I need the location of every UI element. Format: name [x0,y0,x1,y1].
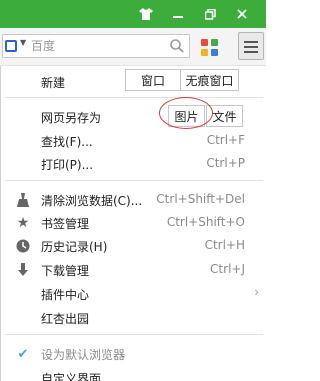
find-label: 查找(F)... [41,135,93,149]
divider [5,180,263,181]
search-box[interactable]: ▼ [2,34,190,58]
plugins-label: 插件中心 [41,288,90,302]
bookmarks-shortcut: Ctrl+Shift+O [166,215,245,229]
highlight-circle [159,97,213,129]
checkmark-icon: ✔ [17,346,29,362]
new-window-button[interactable]: 窗口 [125,69,181,91]
chevron-down-icon[interactable]: ▼ [20,38,26,47]
download-arrow-icon [15,262,31,278]
search-input[interactable] [31,37,151,55]
find-shortcut: Ctrl+F [206,133,245,147]
title-bar [0,0,266,28]
menu-item-clear-data[interactable]: 清除浏览数据(C)... Ctrl+Shift+Del [1,187,267,211]
set-default-label: 设为默认浏览器 [41,348,126,362]
menu-item-plugins[interactable]: 插件中心 › [1,281,267,305]
search-icon[interactable] [169,38,185,54]
menu-item-find[interactable]: 查找(F)... Ctrl+F [1,128,267,152]
star-icon: ★ [16,215,30,231]
clear-data-shortcut: Ctrl+Shift+Del [156,192,245,206]
baidu-paw-icon[interactable] [5,40,17,52]
print-label: 打印(P)... [41,158,94,172]
menu-item-set-default[interactable]: ✔ 设为默认浏览器 [1,341,267,365]
apps-grid-icon[interactable] [201,39,219,57]
red-apple-label: 红杏出园 [41,312,90,326]
menu-item-history[interactable]: 历史记录(H) Ctrl+H [1,233,267,257]
new-incognito-button[interactable]: 无痕窗口 [180,69,239,91]
menu-item-red-apple[interactable]: 红杏出园 [1,305,267,329]
bookmarks-label: 书签管理 [41,217,90,231]
close-icon[interactable] [226,0,258,28]
menu-item-bookmarks[interactable]: ★ 书签管理 Ctrl+Shift+O [1,210,267,234]
menu-item-print[interactable]: 打印(P)... Ctrl+P [1,151,267,175]
restore-icon[interactable] [194,0,226,28]
new-label: 新建 [41,76,66,90]
downloads-label: 下载管理 [41,264,90,278]
clock-icon [15,238,31,254]
main-menu: 新建 窗口 无痕窗口 网页另存为 图片 文件 查找(F)... Ctrl+F 打… [0,66,266,381]
save-page-label: 网页另存为 [41,111,102,125]
menu-item-customize[interactable]: 自定义界面 [1,365,267,381]
downloads-shortcut: Ctrl+J [210,262,245,276]
broom-icon [15,192,31,208]
divider [5,97,263,98]
history-shortcut: Ctrl+H [204,238,245,252]
divider [5,334,263,335]
skin-shirt-icon[interactable] [130,0,162,28]
customize-label: 自定义界面 [41,372,102,381]
print-shortcut: Ctrl+P [206,156,245,170]
menu-item-downloads[interactable]: 下载管理 Ctrl+J [1,257,267,281]
chevron-right-icon: › [254,285,259,299]
clear-data-label: 清除浏览数据(C)... [41,194,143,208]
toolbar: ▼ [0,28,266,66]
history-label: 历史记录(H) [41,240,108,254]
minimize-icon[interactable] [162,0,194,28]
menu-hamburger-icon[interactable] [238,32,264,60]
